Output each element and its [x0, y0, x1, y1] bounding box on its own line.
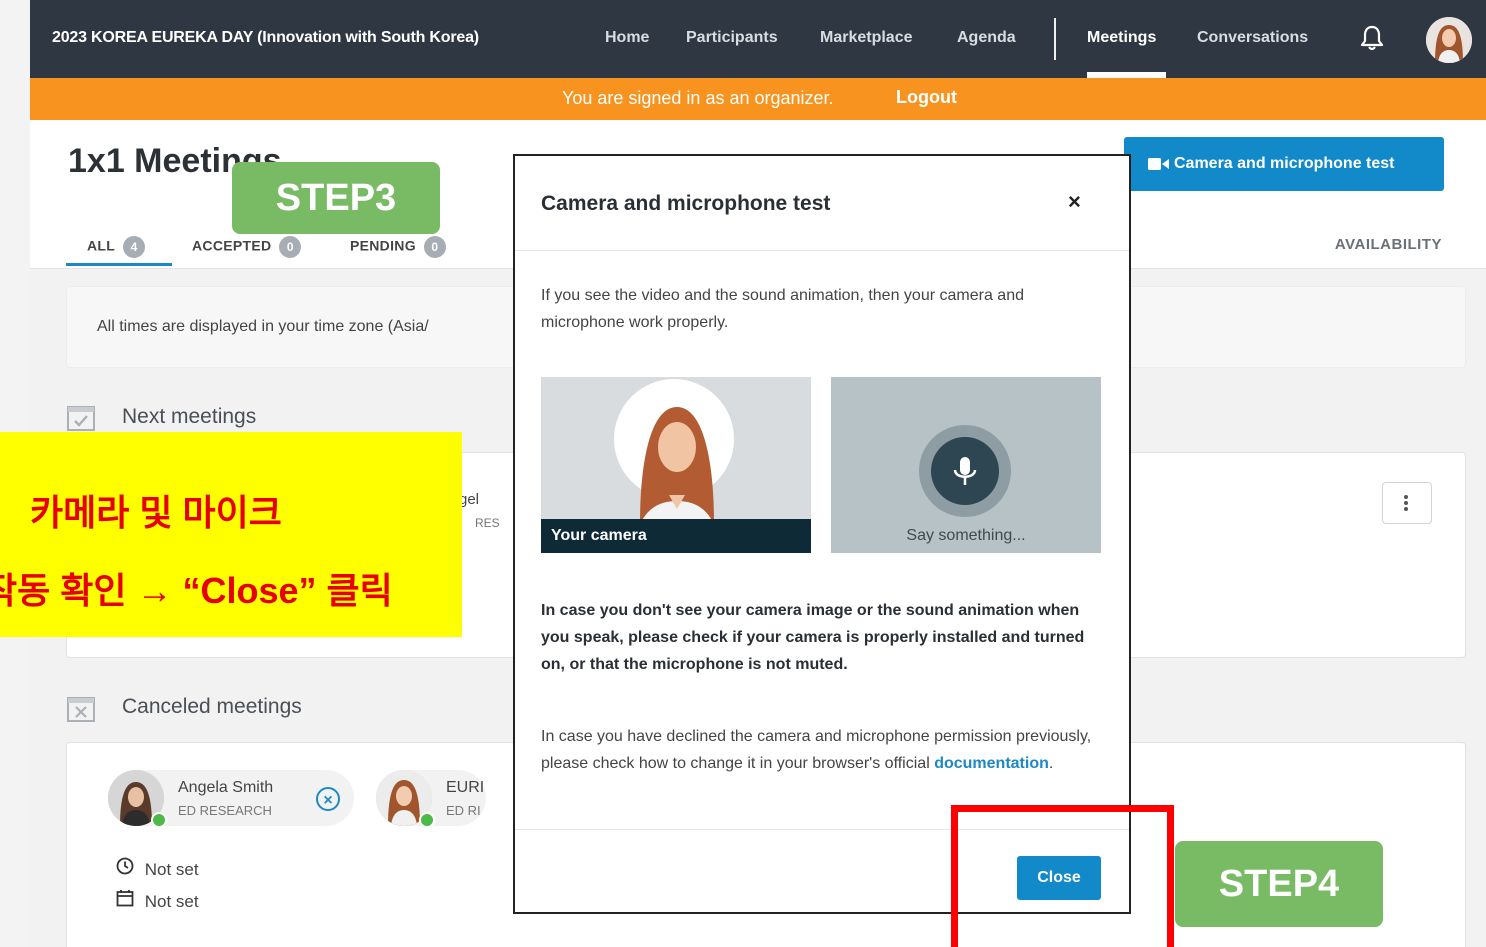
close-highlight-box: [951, 805, 1174, 947]
tab-all-label: ALL: [87, 237, 116, 254]
modal-title: Camera and microphone test: [541, 192, 831, 215]
instruction-annotation: 카메라 및 마이크 작동 확인 → “Close” 클릭: [0, 432, 462, 637]
mic-pulse: [919, 425, 1011, 517]
user-avatar-icon: [1426, 17, 1472, 63]
calendar-icon: [116, 890, 134, 907]
microphone-preview: Say something...: [831, 377, 1101, 553]
video-camera-icon: [1148, 158, 1169, 170]
step4-annotation: STEP4: [1175, 841, 1383, 927]
timezone-info-text: All times are displayed in your time zon…: [97, 318, 429, 335]
nav-conversations[interactable]: Conversations: [1197, 29, 1308, 47]
step3-annotation: STEP3: [232, 162, 440, 234]
participant-chip[interactable]: Angela Smith ED RESEARCH ×: [108, 770, 354, 828]
calendar-x-icon: [67, 697, 95, 722]
online-status-dot: [419, 812, 435, 828]
meeting-time-row: Not set: [116, 857, 199, 880]
modal-close-icon[interactable]: ×: [1068, 189, 1081, 215]
participant-company: ED RI: [446, 803, 481, 818]
modal-header-divider: [515, 250, 1129, 251]
nav-home[interactable]: Home: [605, 29, 649, 47]
nav-agenda[interactable]: Agenda: [957, 29, 1016, 47]
nav-meetings[interactable]: Meetings: [1087, 29, 1156, 47]
tab-pending-label: PENDING: [350, 237, 416, 254]
meeting-time-value: Not set: [144, 860, 199, 879]
instruction-line-2: 작동 확인 → “Close” 클릭: [0, 570, 393, 611]
modal-intro-text: If you see the video and the sound anima…: [541, 287, 1024, 331]
top-navbar: 2023 KOREA EUREKA DAY (Innovation with S…: [30, 0, 1486, 78]
camera-label-text: Your camera: [551, 527, 647, 544]
documentation-link[interactable]: documentation: [934, 755, 1049, 772]
participant-chip[interactable]: EURI ED RI: [376, 770, 486, 828]
instruction-line-1: 카메라 및 마이크: [30, 492, 282, 533]
camera-test-button[interactable]: Camera and microphone test: [1124, 137, 1444, 191]
meeting-options-button[interactable]: [1382, 482, 1432, 524]
logout-link[interactable]: Logout: [896, 87, 957, 108]
meeting-date-value: Not set: [144, 892, 199, 911]
online-status-dot: [151, 812, 167, 828]
tab-accepted-label: ACCEPTED: [192, 237, 272, 254]
next-meeting-partial-company: RES: [475, 516, 500, 530]
organizer-message: You are signed in as an organizer.: [562, 88, 834, 108]
participant-name: Angela Smith: [178, 779, 274, 796]
tab-active-indicator: [66, 263, 172, 266]
notification-bell-icon[interactable]: [1358, 24, 1386, 52]
modal-permission-text: In case you have declined the camera and…: [541, 723, 1111, 777]
nav-marketplace[interactable]: Marketplace: [820, 29, 913, 47]
remove-participant-icon[interactable]: ×: [316, 787, 340, 811]
camera-preview: Your camera: [541, 377, 811, 553]
microphone-icon: [953, 457, 977, 485]
meeting-date-row: Not set: [116, 889, 199, 912]
tab-accepted-count: 0: [279, 236, 302, 258]
canceled-meetings-heading: Canceled meetings: [122, 695, 302, 718]
next-meetings-heading: Next meetings: [122, 405, 257, 428]
mic-button: [931, 437, 999, 505]
modal-warning-text: In case you don't see your camera image …: [541, 602, 1085, 673]
availability-tab[interactable]: AVAILABILITY: [1335, 236, 1442, 253]
tab-accepted[interactable]: ACCEPTED 0: [192, 236, 302, 258]
tab-pending[interactable]: PENDING 0: [350, 236, 446, 258]
camera-test-modal: Camera and microphone test × If you see …: [513, 154, 1131, 914]
camera-label: Your camera: [541, 519, 811, 553]
user-avatar[interactable]: [1426, 17, 1472, 63]
tab-all[interactable]: ALL 4: [87, 236, 146, 258]
event-title: 2023 KOREA EUREKA DAY (Innovation with S…: [52, 29, 479, 46]
organizer-banner: You are signed in as an organizer. Logou…: [30, 78, 1486, 120]
tab-pending-count: 0: [423, 236, 446, 258]
participant-company: ED RESEARCH: [178, 803, 272, 818]
next-meeting-partial-name: gel: [459, 491, 480, 508]
camera-test-button-label: Camera and microphone test: [1174, 155, 1395, 172]
calendar-check-icon: [67, 406, 95, 431]
nav-divider: [1054, 18, 1056, 60]
permission-text-period: .: [1048, 755, 1054, 772]
kebab-icon: [1404, 495, 1408, 499]
clock-icon: [116, 857, 134, 875]
tab-all-count: 4: [123, 236, 146, 258]
nav-participants[interactable]: Participants: [686, 29, 778, 47]
participant-name: EURI: [446, 779, 485, 796]
mic-prompt-text: Say something...: [906, 527, 1026, 544]
